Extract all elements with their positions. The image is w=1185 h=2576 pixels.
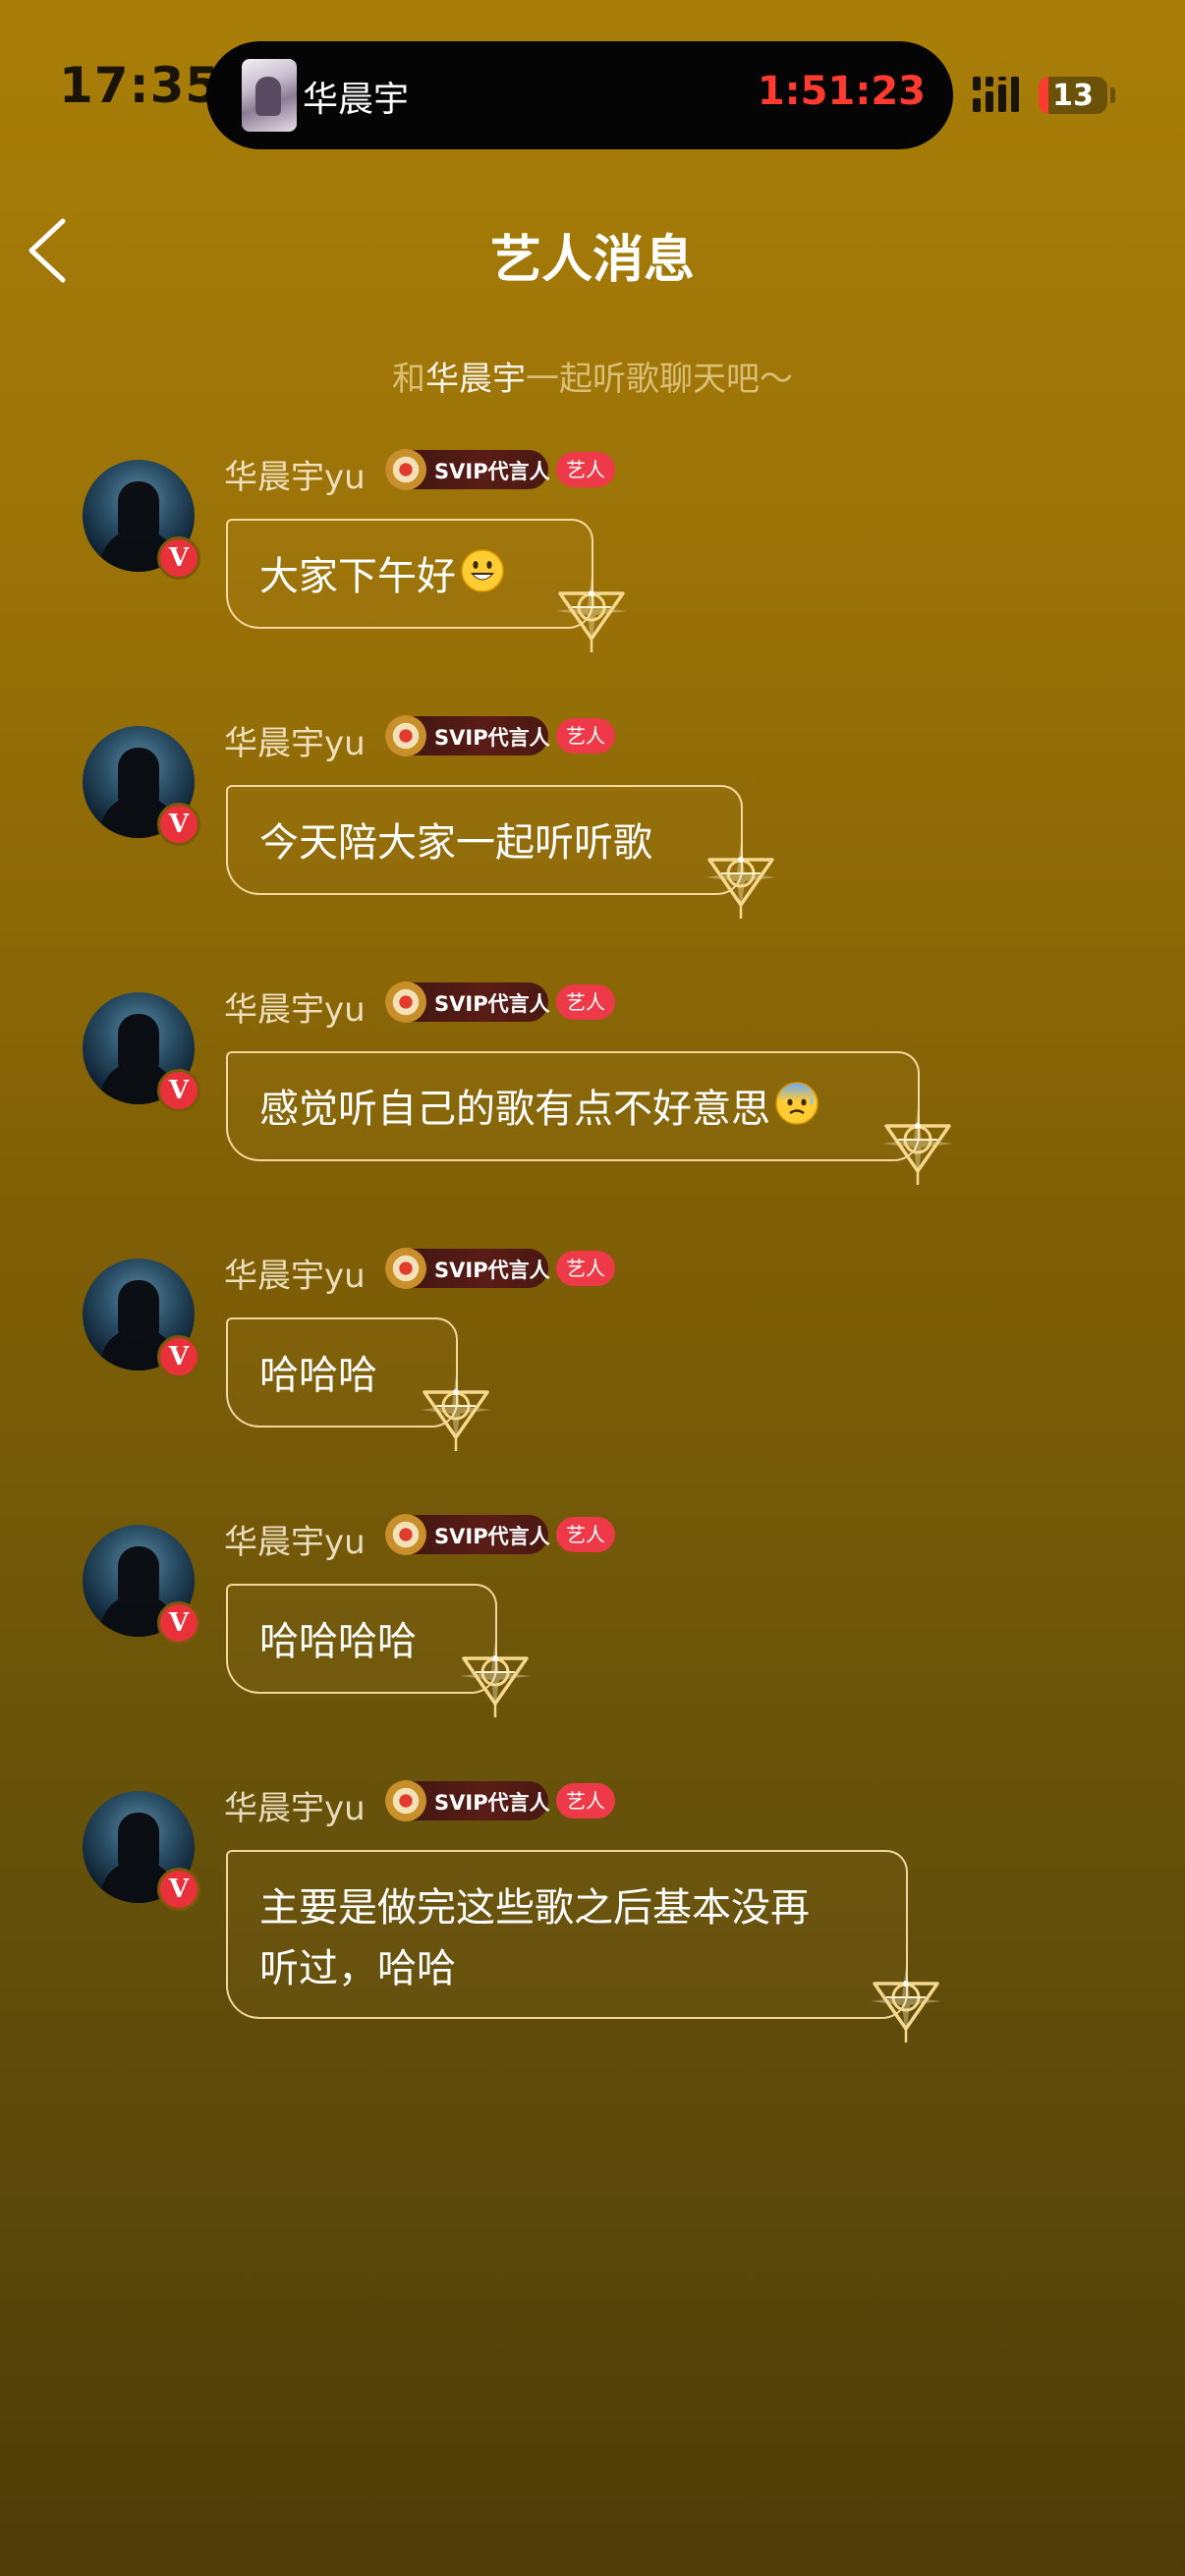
bubble-decoration — [700, 836, 782, 919]
svip-badge-label: SVIP代言人 — [434, 1791, 550, 1815]
message-bubble[interactable]: 大家下午好 — [226, 519, 593, 629]
artist-tag: 艺人 — [556, 452, 615, 487]
sender-name[interactable]: 华晨宇yu — [224, 1515, 366, 1563]
avatar-figure-head — [118, 1546, 159, 1605]
verified-v-badge-icon: V — [157, 1601, 200, 1645]
bubble-decoration — [876, 1102, 959, 1185]
svip-ambassador-badge: SVIP代言人 — [385, 981, 550, 1023]
svip-badge-label: SVIP代言人 — [434, 992, 550, 1016]
artist-tag: 艺人 — [556, 718, 615, 754]
svip-badge-label: SVIP代言人 — [434, 1525, 550, 1548]
message-text: 主要是做完这些歌之后基本没再 听过，哈哈 — [259, 1885, 810, 1991]
svip-ambassador-badge: SVIP代言人 — [385, 1514, 550, 1555]
svip-disc-icon — [385, 1514, 426, 1555]
battery-icon: 13 — [1039, 77, 1107, 114]
bubble-decoration — [550, 570, 633, 652]
message-bubble[interactable]: 感觉听自己的歌有点不好意思 — [226, 1051, 920, 1161]
artist-tag: 艺人 — [556, 1517, 615, 1552]
message-bubble[interactable]: 今天陪大家一起听听歌 — [226, 785, 743, 895]
sender-name[interactable]: 华晨宇yu — [224, 1249, 366, 1297]
avatar-figure-head — [118, 481, 159, 540]
sender-name[interactable]: 华晨宇yu — [224, 450, 366, 498]
battery-percentage: 13 — [1052, 79, 1094, 113]
subtitle-artist: 华晨宇 — [425, 360, 526, 399]
smiling-face-icon — [461, 549, 504, 592]
avatar-figure-head — [118, 1280, 159, 1339]
playback-timer: 1:51:23 — [757, 69, 926, 114]
sparkle-triangle-decoration-icon — [460, 1641, 531, 1717]
svip-disc-icon — [385, 449, 426, 490]
bubble-decoration — [454, 1635, 536, 1717]
svip-badge-label: SVIP代言人 — [434, 460, 550, 483]
sparkle-triangle-decoration-icon — [556, 576, 627, 652]
album-cover — [242, 59, 297, 132]
message-text: 大家下午好 — [259, 554, 456, 599]
svip-ambassador-badge: SVIP代言人 — [385, 715, 550, 756]
anxious-face-icon — [775, 1082, 818, 1125]
artist-tag: 艺人 — [556, 1783, 615, 1819]
bubble-decoration — [865, 1960, 947, 2043]
svip-disc-icon — [385, 1780, 426, 1821]
svip-disc-icon — [385, 981, 426, 1023]
verified-v-badge-icon: V — [157, 1868, 200, 1911]
artist-tag: 艺人 — [556, 1251, 615, 1286]
verified-v-badge-icon: V — [157, 803, 200, 846]
sender-name[interactable]: 华晨宇yu — [224, 716, 366, 764]
svip-ambassador-badge: SVIP代言人 — [385, 1248, 550, 1289]
message-text: 哈哈哈哈 — [259, 1619, 417, 1664]
avatar-figure-head — [118, 748, 159, 807]
sender-name[interactable]: 华晨宇yu — [224, 982, 366, 1031]
sparkle-triangle-decoration-icon — [882, 1108, 953, 1185]
battery-cap — [1110, 87, 1115, 103]
svip-badge-label: SVIP代言人 — [434, 726, 550, 750]
verified-v-badge-icon: V — [157, 1069, 200, 1112]
message-bubble[interactable]: 主要是做完这些歌之后基本没再 听过，哈哈 — [226, 1850, 908, 2019]
svip-disc-icon — [385, 715, 426, 756]
message-text: 感觉听自己的歌有点不好意思 — [259, 1087, 770, 1132]
sparkle-triangle-decoration-icon — [705, 842, 776, 919]
svip-badge-label: SVIP代言人 — [434, 1259, 550, 1282]
verified-v-badge-icon: V — [157, 1335, 200, 1378]
verified-v-badge-icon: V — [157, 536, 200, 580]
status-time: 17:35 — [59, 57, 221, 114]
sparkle-triangle-decoration-icon — [421, 1374, 491, 1451]
dynamic-island-now-playing[interactable]: 华晨宇 1:51:23 — [206, 41, 953, 149]
avatar-figure-head — [118, 1813, 159, 1872]
subtitle-suffix: 一起听歌聊天吧～ — [526, 360, 793, 399]
sparkle-triangle-decoration-icon — [871, 1966, 941, 2043]
page-title: 艺人消息 — [489, 231, 695, 290]
avatar-figure-head — [118, 1014, 159, 1073]
now-playing-artist: 华晨宇 — [303, 80, 410, 120]
message-text: 哈哈哈 — [259, 1353, 377, 1398]
bubble-decoration — [415, 1369, 497, 1451]
message-text: 今天陪大家一起听听歌 — [259, 820, 652, 866]
sender-name[interactable]: 华晨宇yu — [224, 1781, 366, 1829]
svip-ambassador-badge: SVIP代言人 — [385, 449, 550, 490]
svip-ambassador-badge: SVIP代言人 — [385, 1780, 550, 1821]
cellular-signal-icon — [973, 77, 1019, 112]
svip-disc-icon — [385, 1248, 426, 1289]
subtitle-prefix: 和 — [392, 360, 425, 399]
chat-subtitle: 和华晨宇一起听歌聊天吧～ — [0, 352, 1185, 400]
artist-tag: 艺人 — [556, 984, 615, 1020]
